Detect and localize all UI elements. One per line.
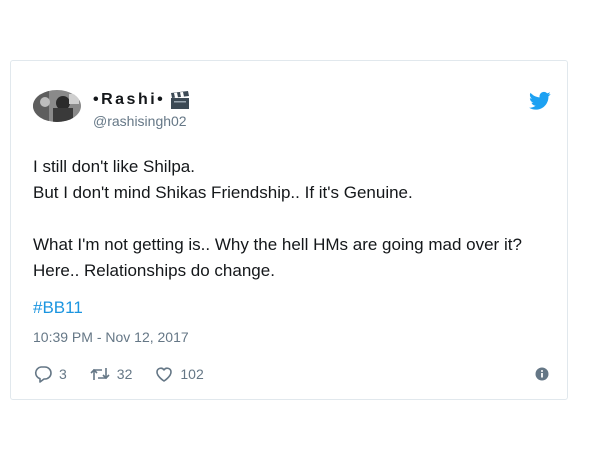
reply-count: 3 [59,366,67,382]
hashtag-link[interactable]: #BB11 [33,298,83,318]
clapperboard-icon [169,90,191,110]
display-name[interactable]: •Rashi• [93,91,165,109]
like-count: 102 [180,366,204,382]
retweet-icon [90,368,110,380]
tweet-paragraph: What I'm not getting is.. Why the hell H… [33,235,522,280]
like-button[interactable]: 102 [154,365,204,383]
tweet-text: I still don't like Shilpa. But I don't m… [33,154,553,284]
heart-icon [156,367,173,382]
name-row: •Rashi• [93,89,191,111]
tweet-line: I still don't like Shilpa. [33,157,195,176]
info-icon[interactable] [535,367,549,381]
retweet-button[interactable]: 32 [89,365,133,383]
twitter-bird-icon[interactable] [529,91,551,111]
avatar[interactable] [33,90,81,122]
reply-icon [34,366,52,383]
tweet-timestamp[interactable]: 10:39 PM - Nov 12, 2017 [33,329,189,345]
user-handle[interactable]: @rashisingh02 [93,113,187,129]
reply-button[interactable]: 3 [33,365,67,383]
action-bar: 3 32 102 [33,363,226,385]
tweet-card: •Rashi• @rashisingh02 I still don't like… [10,60,568,400]
retweet-count: 32 [116,366,133,382]
tweet-line: But I don't mind Shikas Friendship.. If … [33,183,413,202]
